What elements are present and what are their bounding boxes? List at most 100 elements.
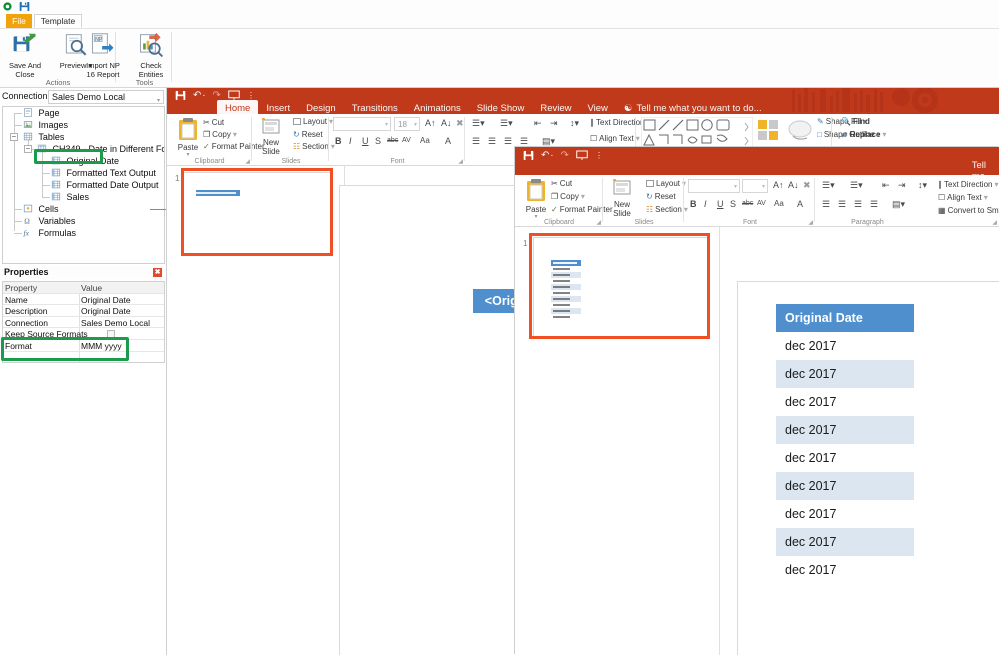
character-spacing-button[interactable]: AV	[757, 200, 766, 207]
bold-button[interactable]: B	[690, 199, 697, 209]
justify-button[interactable]: ☰	[870, 199, 878, 210]
underline-button[interactable]: U	[717, 199, 724, 209]
tree-item-images[interactable]: Images	[23, 119, 68, 131]
ppt2-slide-canvas[interactable]: Original Date dec 2017 dec 2017 dec 2017	[737, 281, 999, 655]
check-entities-button[interactable]: Check Entities	[129, 32, 173, 79]
line-spacing-button[interactable]: ↕▾	[570, 118, 579, 129]
tree-item-formulas[interactable]: fx Formulas	[23, 227, 77, 239]
align-right-button[interactable]: ☰	[854, 199, 862, 210]
line-spacing-button[interactable]: ↕▾	[918, 180, 927, 191]
align-text-caret[interactable]: ▾	[984, 193, 988, 202]
tab-file[interactable]: File	[6, 14, 32, 28]
font-size-combobox[interactable]: ▾	[742, 179, 768, 193]
numbering-button[interactable]: ☰▾	[500, 118, 513, 129]
app-icon[interactable]	[2, 1, 13, 12]
decrease-font-size-button[interactable]: A↓	[441, 118, 452, 128]
italic-button[interactable]: I	[349, 136, 352, 146]
increase-indent-button[interactable]: ⇥	[898, 180, 906, 191]
cut-button[interactable]: ✂ Cut	[551, 179, 572, 188]
tree-item-tables[interactable]: Tables	[23, 131, 64, 143]
shapes-gallery[interactable]	[641, 117, 753, 149]
host-quick-access-toolbar[interactable]	[2, 1, 30, 12]
connection-combobox[interactable]: Sales Demo Local ▾	[48, 90, 164, 104]
replace-button[interactable]: ⇄ Replace ▾	[841, 130, 886, 139]
clipboard-dialog-launcher[interactable]: ◢	[245, 158, 250, 165]
tree-expander-ch349[interactable]: –	[24, 145, 32, 153]
tree-item-formatted-text-output[interactable]: Formatted Text Output	[51, 167, 156, 179]
italic-button[interactable]: I	[704, 199, 707, 209]
close-icon[interactable]: ✖	[153, 268, 162, 277]
convert-to-smartart-button[interactable]: ▦ Convert to SmartArt ▾	[938, 206, 999, 215]
columns-button[interactable]: ▤▾	[542, 136, 555, 147]
align-right-button[interactable]: ☰	[504, 136, 512, 147]
copy-button[interactable]: ❐ Copy ▾	[551, 192, 585, 201]
section-button[interactable]: ☷ Section ▾	[646, 205, 688, 214]
arrange-icon[interactable]	[757, 119, 781, 143]
text-direction-caret[interactable]: ▾	[994, 180, 998, 189]
text-shadow-button[interactable]: S	[375, 136, 381, 146]
original-date-table[interactable]: Original Date dec 2017 dec 2017 dec 2017	[776, 304, 914, 584]
tree-item-sales[interactable]: Sales	[51, 191, 89, 203]
tree-expander-tables[interactable]: –	[10, 133, 18, 141]
new-slide-button[interactable]: New Slide	[254, 138, 288, 156]
decrease-indent-button[interactable]: ⇤	[882, 180, 890, 191]
increase-font-size-button[interactable]: A↑	[773, 180, 784, 190]
customize-qat-icon[interactable]: ⋮	[595, 151, 603, 160]
reset-button[interactable]: ↻ Reset	[646, 192, 676, 201]
strikethrough-button[interactable]: abc	[387, 137, 398, 144]
new-slide-icon[interactable]	[261, 118, 281, 136]
clipboard-dialog-launcher[interactable]: ◢	[596, 219, 601, 226]
text-shadow-button[interactable]: S	[730, 199, 736, 209]
copy-dropdown-caret[interactable]: ▾	[233, 130, 237, 139]
properties-row-connection[interactable]: Connection Sales Demo Local	[3, 317, 164, 329]
underline-button[interactable]: U	[362, 136, 369, 146]
paragraph-dialog-launcher[interactable]: ◢	[992, 219, 997, 226]
tree-item-formatted-date-output[interactable]: Formatted Date Output	[51, 179, 159, 191]
object-tree-panel[interactable]: – – Page Images Tables CH349 - Date in D…	[2, 106, 165, 264]
chevron-down-icon[interactable]: ▾	[385, 121, 388, 128]
decrease-font-size-button[interactable]: A↓	[788, 180, 799, 190]
bullets-button[interactable]: ☰▾	[822, 180, 835, 191]
align-text-button[interactable]: ☐ Align Text ▾	[590, 134, 640, 143]
change-case-button[interactable]: Aa	[420, 136, 430, 145]
font-dialog-launcher[interactable]: ◢	[458, 158, 463, 165]
bullets-button[interactable]: ☰▾	[472, 118, 485, 129]
align-text-button[interactable]: ☐ Align Text ▾	[938, 193, 988, 202]
reset-button[interactable]: ↻ Reset	[293, 130, 323, 139]
new-slide-icon[interactable]	[612, 179, 632, 197]
layout-button[interactable]: Layout ▾	[646, 179, 686, 188]
copy-button[interactable]: ❐ Copy ▾	[203, 130, 237, 139]
tab-template[interactable]: Template	[34, 14, 82, 28]
align-left-button[interactable]: ☰	[822, 199, 830, 210]
bold-button[interactable]: B	[335, 136, 342, 146]
align-center-button[interactable]: ☰	[838, 199, 846, 210]
character-spacing-button[interactable]: AV	[402, 137, 411, 144]
chevron-down-icon[interactable]: ▾	[762, 183, 765, 190]
powerpoint-window-2[interactable]: ↶ · ↷ ⋮ File Home Insert Design Transiti…	[515, 147, 999, 655]
increase-indent-button[interactable]: ⇥	[550, 118, 558, 129]
save-icon[interactable]	[175, 90, 186, 101]
decrease-indent-button[interactable]: ⇤	[534, 118, 542, 129]
font-color-button[interactable]: A	[445, 136, 451, 146]
save-and-close-button[interactable]: Save And Close	[3, 32, 47, 79]
numbering-button[interactable]: ☰▾	[850, 180, 863, 191]
clear-formatting-icon[interactable]: ✖	[456, 118, 464, 129]
copy-dropdown-caret[interactable]: ▾	[581, 192, 585, 201]
chevron-down-icon[interactable]: ▾	[414, 121, 417, 128]
change-case-button[interactable]: Aa	[774, 199, 784, 208]
paste-icon[interactable]	[177, 117, 199, 143]
align-left-button[interactable]: ☰	[472, 136, 480, 147]
chevron-down-icon[interactable]: ▾	[734, 183, 737, 190]
import-np16-report-button[interactable]: NP Import NP 16 Report	[81, 32, 125, 79]
font-color-button[interactable]: A	[797, 199, 803, 209]
new-slide-button[interactable]: New Slide	[605, 200, 639, 218]
clear-formatting-icon[interactable]: ✖	[803, 180, 811, 191]
justify-button[interactable]: ☰	[520, 136, 528, 147]
tree-item-variables[interactable]: Ω Variables	[23, 215, 75, 227]
font-size-combobox[interactable]: 18 ▾	[394, 117, 420, 131]
replace-caret[interactable]: ▾	[882, 130, 886, 139]
properties-row-description[interactable]: Description Original Date	[3, 305, 164, 317]
tree-item-page[interactable]: Page	[23, 107, 60, 119]
tree-item-cells[interactable]: Cells	[23, 203, 59, 215]
properties-row-name[interactable]: Name Original Date	[3, 294, 164, 306]
